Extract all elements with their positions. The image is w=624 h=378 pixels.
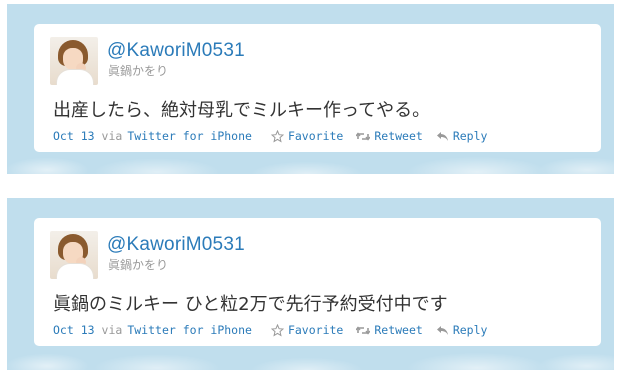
- reply-action[interactable]: Reply: [436, 323, 488, 337]
- tweet-embed: @KaworiM0531 眞鍋かをり 眞鍋のミルキー ひと粒2万で先行予約受付中…: [7, 198, 614, 370]
- tweet-meta: Oct 13 via Twitter for iPhone Favorite R…: [53, 322, 500, 338]
- retweet-label[interactable]: Retweet: [374, 129, 422, 143]
- tweet-card: @KaworiM0531 眞鍋かをり 眞鍋のミルキー ひと粒2万で先行予約受付中…: [34, 218, 601, 346]
- retweet-icon: [356, 131, 371, 141]
- tweet-embed: @KaworiM0531 眞鍋かをり 出産したら、絶対母乳でミルキー作ってやる。…: [7, 4, 614, 174]
- reply-action[interactable]: Reply: [436, 129, 488, 143]
- tweet-meta: Oct 13 via Twitter for iPhone Favorite R…: [53, 128, 500, 144]
- retweet-action[interactable]: Retweet: [356, 129, 423, 143]
- client-link[interactable]: Twitter for iPhone: [127, 323, 252, 337]
- tweet-date-link[interactable]: Oct 13: [53, 323, 95, 337]
- tweet-card: @KaworiM0531 眞鍋かをり 出産したら、絶対母乳でミルキー作ってやる。…: [34, 24, 601, 152]
- tweet-date-link[interactable]: Oct 13: [53, 129, 95, 143]
- user-handle-link[interactable]: @KaworiM0531: [107, 234, 245, 256]
- tweet-text: 眞鍋のミルキー ひと粒2万で先行予約受付中です: [53, 294, 448, 315]
- favorite-action[interactable]: Favorite: [270, 129, 343, 143]
- via-label: via: [101, 323, 123, 337]
- favorite-label[interactable]: Favorite: [288, 323, 343, 337]
- avatar[interactable]: [50, 231, 98, 279]
- retweet-label[interactable]: Retweet: [374, 323, 422, 337]
- client-link[interactable]: Twitter for iPhone: [127, 129, 252, 143]
- reply-label[interactable]: Reply: [453, 129, 488, 143]
- via-label: via: [101, 129, 123, 143]
- favorite-action[interactable]: Favorite: [270, 323, 343, 337]
- reply-icon: [436, 325, 448, 335]
- reply-label[interactable]: Reply: [453, 323, 488, 337]
- user-display-name: 眞鍋かをり: [108, 64, 169, 78]
- reply-icon: [436, 131, 448, 141]
- tweet-text: 出産したら、絶対母乳でミルキー作ってやる。: [53, 100, 431, 121]
- retweet-icon: [356, 325, 371, 335]
- star-icon: [270, 129, 284, 143]
- retweet-action[interactable]: Retweet: [356, 323, 423, 337]
- star-icon: [270, 323, 284, 337]
- user-handle-link[interactable]: @KaworiM0531: [107, 40, 245, 62]
- avatar[interactable]: [50, 37, 98, 85]
- favorite-label[interactable]: Favorite: [288, 129, 343, 143]
- user-display-name: 眞鍋かをり: [108, 258, 169, 272]
